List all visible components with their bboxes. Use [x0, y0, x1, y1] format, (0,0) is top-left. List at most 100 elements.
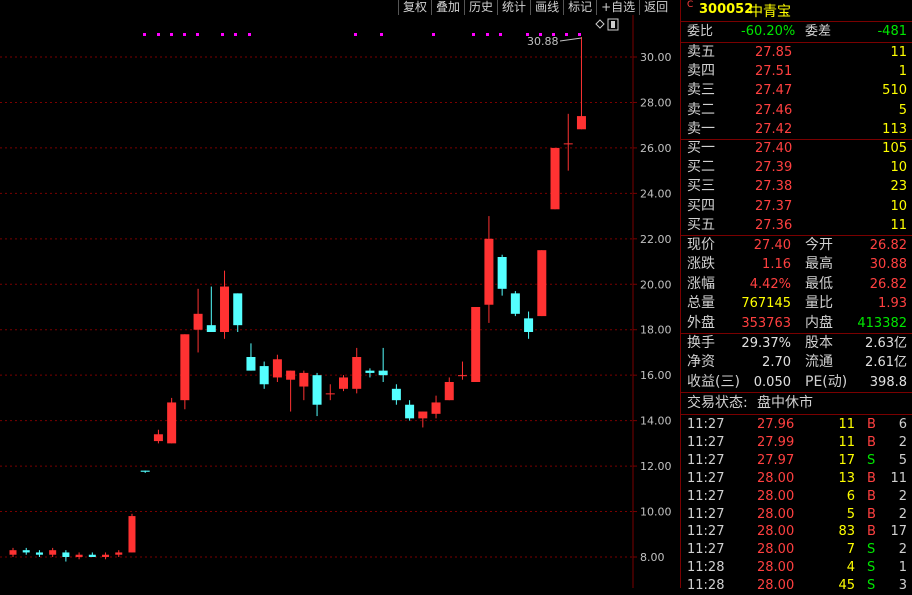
toolbar-button[interactable]: 标记 [563, 0, 597, 15]
quote-label: 涨跌 [687, 256, 715, 273]
bid-row: 买五 27.36 11 [681, 216, 912, 235]
tick-direction: B [867, 417, 876, 432]
candle-body[interactable] [220, 286, 230, 332]
candle-body[interactable] [9, 550, 17, 555]
ask-volume: 5 [898, 102, 907, 118]
candle-body[interactable] [233, 293, 243, 326]
fundamental-row: 换手 29.37% 股本 2.63亿 [681, 334, 912, 353]
tick-row: 11:27 27.99 11 B 2 [681, 433, 912, 452]
candle-body[interactable] [537, 250, 547, 317]
candle-body[interactable] [391, 388, 401, 401]
candle-body[interactable] [484, 238, 494, 305]
candle-body[interactable] [339, 377, 348, 389]
candle-body[interactable] [206, 325, 216, 332]
ask-row: 卖二 27.46 5 [681, 101, 912, 120]
candle-body[interactable] [325, 393, 335, 395]
weibi-value: -60.20% [741, 24, 796, 39]
diamond-icon[interactable] [595, 19, 605, 29]
toolbar-button[interactable]: 画线 [530, 0, 564, 15]
event-marker[interactable] [432, 33, 435, 36]
ask-row: 卖三 27.47 510 [681, 81, 912, 100]
candle-body[interactable] [365, 370, 375, 373]
toolbar-button[interactable]: 统计 [497, 0, 531, 15]
candle-body[interactable] [115, 552, 123, 555]
candle-body[interactable] [352, 356, 362, 389]
candle-body[interactable] [299, 372, 309, 387]
tick-price: 28.00 [757, 488, 795, 504]
candle-body[interactable] [62, 552, 70, 557]
market-flag: C [687, 0, 694, 10]
toolbar-button[interactable]: 返回 [639, 0, 673, 15]
candle-body[interactable] [444, 381, 454, 401]
event-marker[interactable] [221, 33, 224, 36]
event-marker[interactable] [486, 33, 489, 36]
candle-body[interactable] [431, 402, 441, 414]
tick-price: 28.00 [757, 560, 795, 576]
fundamental-row: 收益(三) 0.050 PE(动) 398.8 [681, 373, 912, 392]
bid-price: 27.40 [755, 141, 793, 156]
bid-label: 买一 [687, 140, 715, 156]
stock-title: C 300052 中青宝 [681, 0, 912, 20]
event-marker[interactable] [183, 33, 186, 36]
bid-price: 27.39 [755, 160, 793, 176]
candle-body[interactable] [378, 370, 388, 376]
tick-price: 28.00 [757, 506, 795, 522]
event-marker[interactable] [472, 33, 475, 36]
candle-body[interactable] [75, 554, 83, 557]
kline-chart-area[interactable]: 30.00 28.00 26.00 24.00 22.00 20.00 18.00 16.00… [0, 0, 679, 588]
event-marker[interactable] [380, 33, 383, 36]
candle-body[interactable] [510, 293, 520, 314]
candle-body[interactable] [259, 366, 269, 385]
candle-body[interactable] [524, 318, 534, 332]
event-marker[interactable] [234, 33, 237, 36]
candle-body[interactable] [457, 375, 467, 377]
candle-body[interactable] [550, 147, 560, 210]
candle-body[interactable] [286, 370, 296, 380]
event-marker[interactable] [499, 33, 502, 36]
event-marker[interactable] [248, 33, 251, 36]
toolbar-button[interactable]: 复权 [398, 0, 432, 15]
ask-price: 27.51 [755, 64, 793, 80]
candle-body[interactable] [22, 550, 30, 553]
panel-toggle-inner [611, 21, 615, 28]
candle-body[interactable] [272, 359, 282, 378]
candle-body[interactable] [88, 554, 96, 557]
event-marker[interactable] [170, 33, 173, 36]
candle-body[interactable] [49, 550, 57, 555]
candle-body[interactable] [35, 552, 43, 555]
candle-body[interactable] [312, 375, 322, 405]
candle-body[interactable] [167, 402, 177, 444]
candle-body[interactable] [405, 404, 415, 419]
tick-direction: B [867, 506, 876, 522]
event-marker[interactable] [157, 33, 160, 36]
event-marker[interactable] [578, 33, 581, 36]
quote-label: 内盘 [805, 314, 833, 331]
tick-price: 27.96 [757, 417, 795, 432]
candle-body[interactable] [153, 434, 163, 442]
fundamental-label: 股本 [805, 335, 833, 351]
candle-body[interactable] [471, 306, 481, 382]
candle-body[interactable] [576, 116, 586, 130]
chart-controls [595, 18, 619, 31]
candle-body[interactable] [418, 411, 428, 419]
toolbar-button[interactable]: 历史 [464, 0, 498, 15]
kline-chart[interactable]: 30.00 28.00 26.00 24.00 22.00 20.00 18.00 16.00… [0, 0, 679, 588]
event-marker[interactable] [143, 33, 146, 36]
candle-body[interactable] [246, 356, 256, 371]
bid-price: 27.37 [755, 198, 793, 214]
tick-time: 11:28 [687, 560, 725, 576]
quote-label: 涨幅 [687, 275, 715, 292]
candle-body[interactable] [140, 470, 150, 472]
fundamental-label: 流通 [805, 354, 833, 371]
toolbar-button[interactable]: +自选 [596, 0, 640, 15]
candle-body[interactable] [102, 554, 110, 557]
event-marker[interactable] [196, 33, 199, 36]
candle-body[interactable] [180, 334, 190, 401]
event-marker[interactable] [565, 33, 568, 36]
event-marker[interactable] [354, 33, 357, 36]
toolbar-button[interactable]: 叠加 [431, 0, 465, 15]
candle-body[interactable] [497, 256, 507, 289]
candle-body[interactable] [128, 516, 136, 553]
candle-body[interactable] [193, 313, 203, 330]
candle-body[interactable] [563, 143, 573, 145]
